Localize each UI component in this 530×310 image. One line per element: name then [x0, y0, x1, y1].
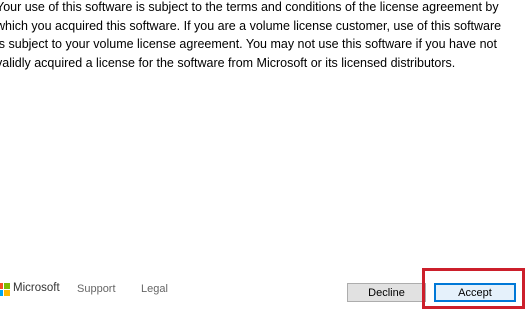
- license-line: is subject to your volume license agreem…: [0, 37, 497, 51]
- accept-button[interactable]: Accept: [434, 283, 516, 302]
- license-line: which you acquired this software. If you…: [0, 18, 502, 33]
- microsoft-wordmark: Microsoft: [13, 282, 60, 294]
- microsoft-logo-icon: [0, 283, 10, 296]
- logo-square-blue: [0, 290, 3, 296]
- license-line: validly acquired a license for the softw…: [0, 55, 456, 70]
- logo-square-red: [0, 283, 3, 289]
- logo-square-yellow: [4, 290, 10, 296]
- decline-button-label: Decline: [368, 286, 405, 299]
- accept-button-label: Accept: [458, 286, 492, 299]
- license-text: Your use of this software is subject to …: [0, 0, 530, 72]
- logo-square-green: [4, 283, 10, 289]
- legal-link[interactable]: Legal: [141, 283, 168, 295]
- license-line: Your use of this software is subject to …: [0, 0, 499, 14]
- support-link[interactable]: Support: [77, 283, 116, 295]
- decline-button[interactable]: Decline: [347, 283, 426, 302]
